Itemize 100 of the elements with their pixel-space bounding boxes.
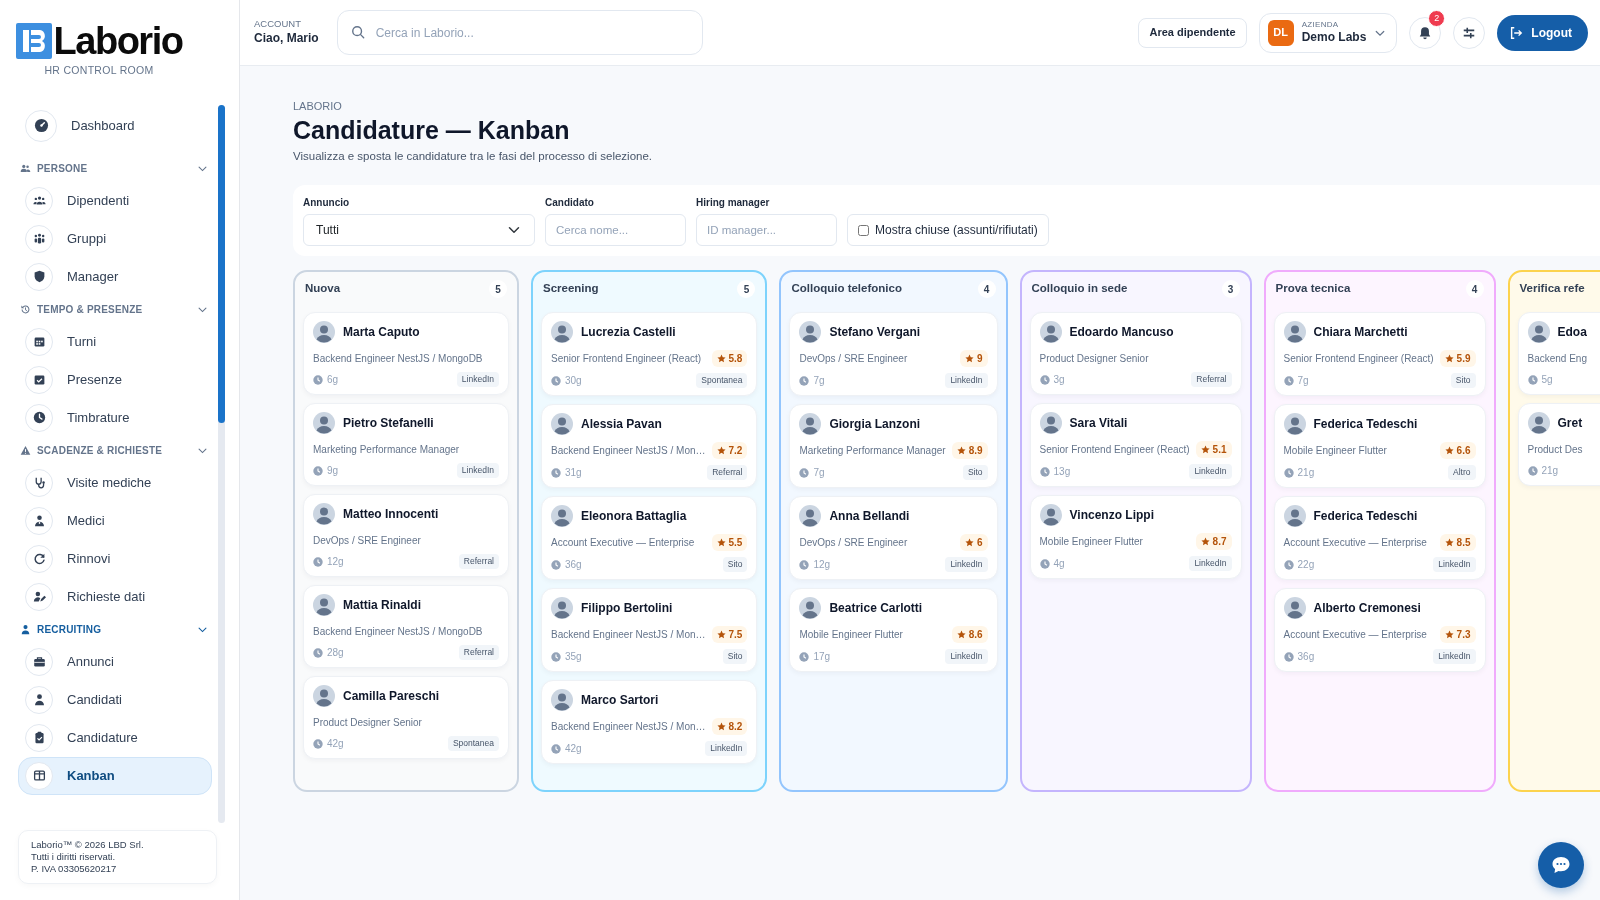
clock-icon [1039, 558, 1050, 569]
account-label: ACCOUNT [254, 17, 302, 30]
section-header[interactable]: RECRUITING [18, 615, 212, 643]
company-selector[interactable]: DL AZIENDA Demo Labs [1258, 12, 1398, 53]
candidate-card[interactable]: Giorgia Lanzoni Marketing Performance Manager 8.9 7g Sito [789, 404, 998, 488]
candidate-card[interactable]: Sara Vitali Senior Frontend Engineer (React) 5.1 13g LinkedIn [1029, 403, 1242, 487]
job-title: Backend Engineer NestJS / Mon… [551, 444, 706, 458]
age-text: 9g [327, 464, 339, 478]
source-tag: Referral [1191, 372, 1232, 387]
sidebar-item[interactable]: Rinnovi [18, 539, 212, 578]
clock-icon [313, 374, 323, 385]
candidate-card[interactable]: Alberto Cremonesi Account Executive — Enterprise 7.3 36g LinkedIn [1273, 588, 1486, 672]
candidate-card[interactable]: Filippo Bertolini Backend Engineer NestJS / Mon… 7.5 35g Sito [541, 588, 758, 672]
candidate-card[interactable]: Chiara Marchetti Senior Frontend Engineer (React) 5.9 7g Sito [1273, 312, 1486, 396]
source-tag: Referral [707, 465, 748, 480]
rating-value: 5.5 [728, 536, 743, 550]
clock-icon [799, 375, 810, 386]
candidate-name: Alberto Cremonesi [1313, 600, 1421, 617]
settings-button[interactable] [1453, 16, 1486, 49]
job-title: Marketing Performance Manager [313, 442, 460, 457]
age-text: 35g [565, 650, 582, 664]
employee-area-button[interactable]: Area dipendente [1138, 17, 1247, 48]
candidate-card[interactable]: Vincenzo Lippi Mobile Engineer Flutter 8.7 4g LinkedIn [1029, 495, 1242, 579]
chat-button[interactable] [1538, 842, 1584, 888]
sidebar-item[interactable]: Annunci [18, 642, 212, 681]
input-field[interactable]: ID manager... [696, 214, 837, 246]
star-icon [1444, 446, 1454, 455]
candidate-card[interactable]: Federica Tedeschi Account Executive — Enterprise 8.5 22g LinkedIn [1273, 496, 1486, 580]
candidate-card[interactable]: Eleonora Battaglia Account Executive — Enterprise 5.5 36g Sito [541, 496, 758, 580]
candidate-card[interactable]: Federica Tedeschi Mobile Engineer Flutter 6.6 21g Altro [1273, 404, 1486, 488]
sidebar-item[interactable]: Dashboard [18, 102, 212, 149]
sidebar-item[interactable]: Dipendenti [18, 181, 212, 220]
sidebar-item[interactable]: Candidature [18, 718, 212, 757]
candidate-name: Matteo Innocenti [343, 506, 439, 523]
clock-icon [551, 467, 561, 478]
sidebar-item[interactable]: Richieste dati [18, 577, 212, 616]
job-title: DevOps / SRE Engineer [313, 533, 421, 548]
candidate-card[interactable]: Edoa Backend Eng 5g [1517, 312, 1600, 395]
sidebar-item[interactable]: Kanban [18, 756, 212, 795]
sidebar-item[interactable]: Medici [18, 501, 212, 540]
avatar [551, 413, 573, 435]
candidate-name: Beatrice Carlotti [829, 600, 923, 617]
star-icon [956, 630, 966, 639]
job-title: Senior Frontend Engineer (React) [1283, 352, 1434, 366]
search-field[interactable]: Cerca in Laborio... [336, 10, 703, 55]
sidebar-item[interactable]: Candidati [18, 680, 212, 719]
source-tag: LinkedIn [945, 649, 988, 664]
section-header[interactable]: PERSONE [18, 154, 212, 182]
avatar [313, 412, 335, 434]
column-title: Prova tecnica [1275, 281, 1351, 297]
job-title: Backend Engineer NestJS / Mon… [551, 720, 706, 734]
clock-icon [799, 559, 810, 570]
job-select[interactable]: Tutti [303, 214, 535, 246]
section-header[interactable]: SCADENZE & RICHIESTE [18, 436, 212, 464]
rating-value: 8.5 [1456, 536, 1471, 550]
clock-icon [313, 465, 323, 476]
job-title: Account Executive — Enterprise [1283, 628, 1427, 642]
candidate-card[interactable]: Alessia Pavan Backend Engineer NestJS / Mon… 7.2 31g Referral [541, 404, 758, 488]
notification-button[interactable] [1409, 16, 1442, 49]
clock-icon [551, 743, 561, 754]
briefcase-icon [32, 655, 46, 669]
candidate-card[interactable]: Anna Bellandi DevOps / SRE Engineer 6 12g LinkedIn [789, 496, 998, 580]
sidebar-item[interactable]: Manager [18, 257, 212, 296]
candidate-card[interactable]: Stefano Vergani DevOps / SRE Engineer 9 7g LinkedIn [789, 312, 998, 396]
age-text: 31g [565, 466, 582, 480]
company-name: Demo Labs [1301, 29, 1367, 45]
logout-button[interactable]: Logout [1497, 14, 1588, 51]
company-label: AZIENDA [1301, 20, 1340, 30]
sidebar-item[interactable]: Timbrature [18, 398, 212, 437]
brand-tagline: HR CONTROL ROOM [44, 63, 154, 78]
sidebar-item[interactable]: Visite mediche [18, 463, 212, 502]
age-text: 3g [1053, 373, 1065, 387]
toggle-closed[interactable]: Mostra chiuse (assunti/rifiutati) [847, 214, 1049, 246]
candidate-card[interactable]: Pietro Stefanelli Marketing Performance Manager 9g LinkedIn [303, 403, 509, 486]
section-header[interactable]: TEMPO & PRESENZE [18, 295, 212, 323]
scrollbar[interactable] [218, 104, 225, 823]
doctor-icon [32, 514, 46, 528]
clock-icon [551, 559, 561, 570]
candidate-card[interactable]: Beatrice Carlotti Mobile Engineer Flutter 8.6 17g LinkedIn [789, 588, 998, 672]
checkbox[interactable] [858, 224, 869, 236]
sidebar-item[interactable]: Gruppi [18, 219, 212, 258]
candidate-card[interactable]: Camilla Pareschi Product Designer Senior 42g Spontanea [303, 676, 509, 759]
logo-icon [15, 23, 52, 59]
candidate-card[interactable]: Edoardo Mancuso Product Designer Senior 3g Referral [1029, 312, 1242, 395]
candidate-card[interactable]: Gret Product Des 21g [1517, 403, 1600, 486]
avatar [1283, 321, 1306, 343]
sidebar-item[interactable]: Turni [18, 322, 212, 361]
candidate-card[interactable]: Mattia Rinaldi Backend Engineer NestJS / MongoDB 28g Referral [303, 585, 509, 668]
input-field[interactable]: Cerca nome... [545, 214, 686, 246]
candidate-name: Sara Vitali [1069, 415, 1128, 432]
column-count: 4 [977, 280, 996, 298]
star-icon [956, 446, 966, 455]
sidebar-item[interactable]: Presenze [18, 360, 212, 399]
candidate-name: Edoardo Mancuso [1069, 324, 1174, 341]
candidate-card[interactable]: Matteo Innocenti DevOps / SRE Engineer 12g Referral [303, 494, 509, 577]
candidate-card[interactable]: Marta Caputo Backend Engineer NestJS / MongoDB 6g LinkedIn [303, 312, 509, 395]
candidate-card[interactable]: Marco Sartori Backend Engineer NestJS / Mon… 8.2 42g LinkedIn [541, 680, 758, 764]
candidate-name: Federica Tedeschi [1313, 508, 1418, 525]
candidate-card[interactable]: Lucrezia Castelli Senior Frontend Engineer (React) 5.8 30g Spontanea [541, 312, 758, 396]
job-title: Backend Eng [1527, 351, 1587, 366]
